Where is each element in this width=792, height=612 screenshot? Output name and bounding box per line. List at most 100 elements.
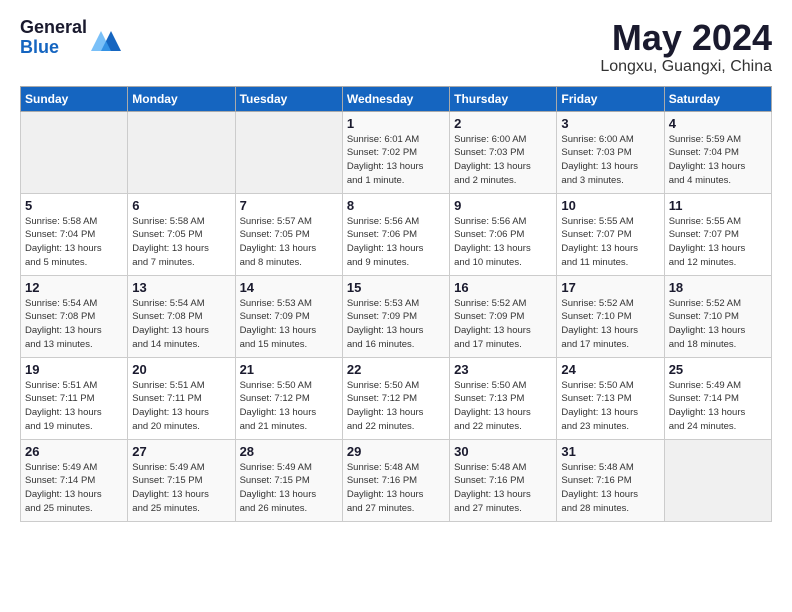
calendar-table: Sunday Monday Tuesday Wednesday Thursday… [20,86,772,522]
day-info: Sunrise: 5:52 AMSunset: 7:10 PMDaylight:… [561,297,659,352]
calendar-cell: 29 Sunrise: 5:48 AMSunset: 7:16 PMDayligh… [342,439,449,521]
logo-general: General [20,18,87,38]
calendar-cell: 31 Sunrise: 5:48 AMSunset: 7:16 PMDayligh… [557,439,664,521]
day-info: Sunrise: 5:52 AMSunset: 7:09 PMDaylight:… [454,297,552,352]
day-number: 19 [25,362,123,377]
day-info: Sunrise: 5:52 AMSunset: 7:10 PMDaylight:… [669,297,767,352]
day-number: 13 [132,280,230,295]
calendar-cell: 10 Sunrise: 5:55 AMSunset: 7:07 PMDayligh… [557,193,664,275]
calendar-cell [21,111,128,193]
calendar-cell: 23 Sunrise: 5:50 AMSunset: 7:13 PMDayligh… [450,357,557,439]
calendar-cell: 30 Sunrise: 5:48 AMSunset: 7:16 PMDayligh… [450,439,557,521]
header-row: Sunday Monday Tuesday Wednesday Thursday… [21,86,772,111]
col-monday: Monday [128,86,235,111]
calendar-cell: 4Sunrise: 5:59 AMSunset: 7:04 PMDaylight… [664,111,771,193]
calendar-cell: 13 Sunrise: 5:54 AMSunset: 7:08 PMDayligh… [128,275,235,357]
day-number: 2 [454,116,552,131]
calendar-cell: 19 Sunrise: 5:51 AMSunset: 7:11 PMDayligh… [21,357,128,439]
day-info: Sunrise: 5:58 AMSunset: 7:05 PMDaylight:… [132,215,230,270]
calendar-cell: 22 Sunrise: 5:50 AMSunset: 7:12 PMDayligh… [342,357,449,439]
day-number: 10 [561,198,659,213]
day-number: 6 [132,198,230,213]
day-info: Sunrise: 5:50 AMSunset: 7:13 PMDaylight:… [454,379,552,434]
day-number: 16 [454,280,552,295]
day-number: 18 [669,280,767,295]
day-number: 1 [347,116,445,131]
col-sunday: Sunday [21,86,128,111]
calendar-cell [235,111,342,193]
header: General Blue May 2024 Longxu, Guangxi, C… [20,18,772,76]
day-info: Sunrise: 5:50 AMSunset: 7:12 PMDaylight:… [347,379,445,434]
day-info: Sunrise: 5:57 AMSunset: 7:05 PMDaylight:… [240,215,338,270]
calendar-cell: 12 Sunrise: 5:54 AMSunset: 7:08 PMDayligh… [21,275,128,357]
day-info: Sunrise: 5:59 AMSunset: 7:04 PMDaylight:… [669,133,767,188]
day-info: Sunrise: 5:55 AMSunset: 7:07 PMDaylight:… [561,215,659,270]
col-saturday: Saturday [664,86,771,111]
day-info: Sunrise: 5:58 AMSunset: 7:04 PMDaylight:… [25,215,123,270]
day-number: 15 [347,280,445,295]
calendar-cell: 3Sunrise: 6:00 AMSunset: 7:03 PMDaylight… [557,111,664,193]
title-block: May 2024 Longxu, Guangxi, China [600,18,772,76]
calendar-cell: 8 Sunrise: 5:56 AMSunset: 7:06 PMDaylight… [342,193,449,275]
calendar-week-5: 26 Sunrise: 5:49 AMSunset: 7:14 PMDayligh… [21,439,772,521]
day-info: Sunrise: 5:53 AMSunset: 7:09 PMDaylight:… [347,297,445,352]
day-info: Sunrise: 5:50 AMSunset: 7:12 PMDaylight:… [240,379,338,434]
day-number: 22 [347,362,445,377]
calendar-cell: 17 Sunrise: 5:52 AMSunset: 7:10 PMDayligh… [557,275,664,357]
calendar-week-3: 12 Sunrise: 5:54 AMSunset: 7:08 PMDayligh… [21,275,772,357]
day-number: 7 [240,198,338,213]
col-wednesday: Wednesday [342,86,449,111]
day-info: Sunrise: 5:49 AMSunset: 7:15 PMDaylight:… [132,461,230,516]
calendar-week-2: 5 Sunrise: 5:58 AMSunset: 7:04 PMDaylight… [21,193,772,275]
day-info: Sunrise: 5:54 AMSunset: 7:08 PMDaylight:… [132,297,230,352]
day-number: 11 [669,198,767,213]
col-tuesday: Tuesday [235,86,342,111]
day-info: Sunrise: 5:48 AMSunset: 7:16 PMDaylight:… [561,461,659,516]
day-info: Sunrise: 5:49 AMSunset: 7:14 PMDaylight:… [25,461,123,516]
day-info: Sunrise: 6:01 AMSunset: 7:02 PMDaylight:… [347,133,445,188]
calendar-cell: 2 Sunrise: 6:00 AMSunset: 7:03 PMDaylight… [450,111,557,193]
calendar-cell: 9Sunrise: 5:56 AMSunset: 7:06 PMDaylight… [450,193,557,275]
calendar-cell: 27 Sunrise: 5:49 AMSunset: 7:15 PMDayligh… [128,439,235,521]
day-number: 23 [454,362,552,377]
day-info: Sunrise: 5:53 AMSunset: 7:09 PMDaylight:… [240,297,338,352]
day-info: Sunrise: 5:56 AMSunset: 7:06 PMDaylight:… [347,215,445,270]
day-number: 17 [561,280,659,295]
day-number: 25 [669,362,767,377]
calendar-week-1: 1 Sunrise: 6:01 AMSunset: 7:02 PMDaylight… [21,111,772,193]
calendar-week-4: 19 Sunrise: 5:51 AMSunset: 7:11 PMDayligh… [21,357,772,439]
calendar-cell: 16 Sunrise: 5:52 AMSunset: 7:09 PMDayligh… [450,275,557,357]
location: Longxu, Guangxi, China [600,58,772,76]
calendar-cell: 28Sunrise: 5:49 AMSunset: 7:15 PMDayligh… [235,439,342,521]
page: General Blue May 2024 Longxu, Guangxi, C… [0,0,792,532]
day-info: Sunrise: 5:49 AMSunset: 7:15 PMDaylight:… [240,461,338,516]
day-info: Sunrise: 6:00 AMSunset: 7:03 PMDaylight:… [454,133,552,188]
day-info: Sunrise: 5:54 AMSunset: 7:08 PMDaylight:… [25,297,123,352]
day-number: 31 [561,444,659,459]
calendar-cell: 1 Sunrise: 6:01 AMSunset: 7:02 PMDaylight… [342,111,449,193]
calendar-cell: 14Sunrise: 5:53 AMSunset: 7:09 PMDayligh… [235,275,342,357]
day-number: 20 [132,362,230,377]
day-number: 12 [25,280,123,295]
day-number: 3 [561,116,659,131]
logo-text: General Blue [20,18,87,58]
calendar-cell: 20 Sunrise: 5:51 AMSunset: 7:11 PMDayligh… [128,357,235,439]
day-number: 21 [240,362,338,377]
day-info: Sunrise: 5:49 AMSunset: 7:14 PMDaylight:… [669,379,767,434]
calendar-cell: 21 Sunrise: 5:50 AMSunset: 7:12 PMDayligh… [235,357,342,439]
day-info: Sunrise: 5:51 AMSunset: 7:11 PMDaylight:… [132,379,230,434]
day-number: 5 [25,198,123,213]
calendar-cell [664,439,771,521]
day-number: 26 [25,444,123,459]
calendar-cell: 6 Sunrise: 5:58 AMSunset: 7:05 PMDaylight… [128,193,235,275]
logo: General Blue [20,18,121,58]
day-number: 27 [132,444,230,459]
day-info: Sunrise: 5:51 AMSunset: 7:11 PMDaylight:… [25,379,123,434]
calendar-cell [128,111,235,193]
day-number: 29 [347,444,445,459]
day-info: Sunrise: 5:48 AMSunset: 7:16 PMDaylight:… [347,461,445,516]
day-number: 8 [347,198,445,213]
month-title: May 2024 [600,18,772,58]
day-number: 30 [454,444,552,459]
day-info: Sunrise: 5:48 AMSunset: 7:16 PMDaylight:… [454,461,552,516]
